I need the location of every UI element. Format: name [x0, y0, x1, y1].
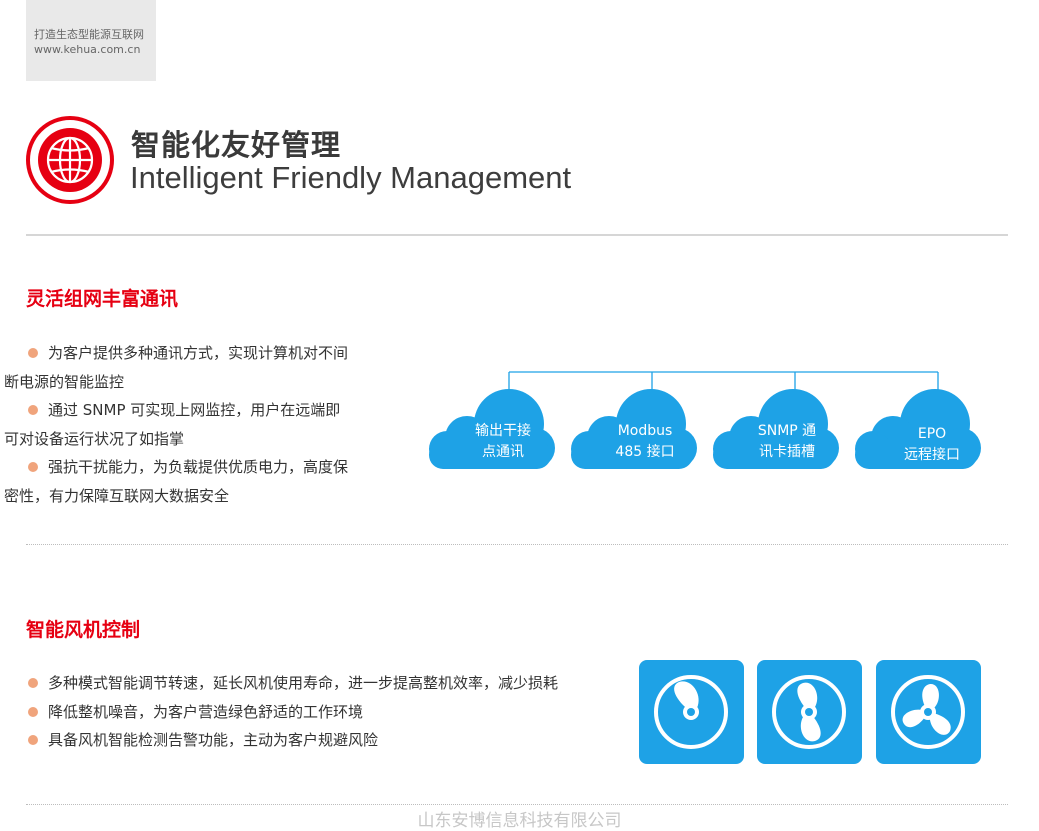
globe-icon: [26, 116, 114, 204]
fan-one-blade-icon: [654, 675, 728, 749]
fan-bullet-list: 多种模式智能调节转速，延长风机使用寿命，进一步提高整机效率，减少损耗 降低整机噪…: [26, 669, 626, 755]
cloud-label: SNMP 通讯卡插槽: [757, 423, 817, 460]
cloud-label: 输出干接 点通讯: [475, 423, 531, 460]
communication-bullet-list: 为客户提供多种通讯方式，实现计算机对不间 断电源的智能监控 通过 SNMP 可实现…: [4, 339, 386, 510]
page-title-cn: 智能化友好管理: [131, 128, 342, 162]
list-item: 强抗干扰能力，为负载提供优质电力，高度保 密性，有力保障互联网大数据安全: [4, 453, 386, 510]
fan-tile: [639, 660, 744, 764]
communication-interface-diagram: 输出干接 点通讯 Modbus 485 接口 SNMP 通讯卡插槽 EPO 远程…: [420, 366, 990, 476]
watermark-text: 山东安博信息科技有限公司: [417, 811, 622, 831]
fan-tile: [876, 660, 981, 764]
list-item: 多种模式智能调节转速，延长风机使用寿命，进一步提高整机效率，减少损耗: [26, 669, 626, 698]
fan-tile: [757, 660, 862, 764]
brand-website: www.kehua.com.cn: [34, 43, 141, 56]
section-title-fan: 智能风机控制: [26, 619, 141, 641]
list-item: 为客户提供多种通讯方式，实现计算机对不间 断电源的智能监控: [4, 339, 386, 396]
list-item: 通过 SNMP 可实现上网监控，用户在远端即 可对设备运行状况了如指掌: [4, 396, 386, 453]
brand-slogan: 打造生态型能源互联网: [34, 28, 144, 41]
section-title-communication: 灵活组网丰富通讯: [26, 288, 179, 310]
fan-two-blade-icon: [772, 675, 846, 749]
heading-divider: [26, 234, 1008, 236]
page-title-en: Intelligent Friendly Management: [130, 160, 572, 195]
section-divider: [26, 544, 1008, 545]
cloud-label: EPO 远程接口: [904, 426, 960, 463]
cloud-label: Modbus 485 接口: [615, 423, 675, 460]
brand-slogan-box: 打造生态型能源互联网 www.kehua.com.cn: [26, 0, 156, 81]
list-item: 具备风机智能检测告警功能，主动为客户规避风险: [26, 726, 626, 755]
list-item: 降低整机噪音，为客户营造绿色舒适的工作环境: [26, 698, 626, 727]
footer-divider: [26, 804, 1008, 805]
fan-three-blade-icon: [891, 675, 965, 749]
